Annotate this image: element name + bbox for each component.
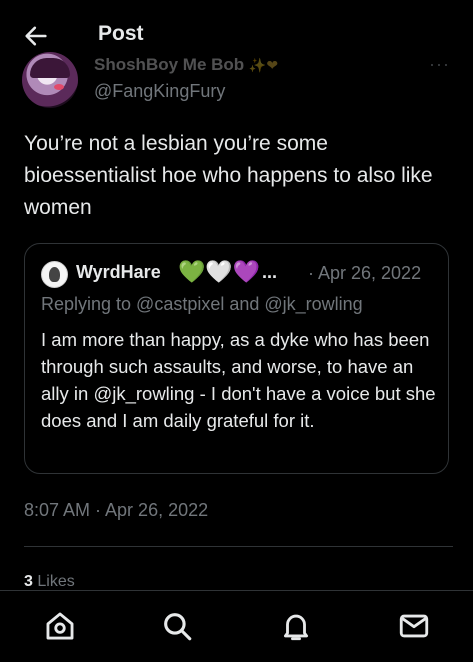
search-icon[interactable] — [160, 609, 194, 643]
quoted-post[interactable]: WyrdHare 💚🤍💜 ... · Apr 26, 2022 Replying… — [24, 243, 449, 474]
bell-icon[interactable] — [279, 609, 313, 643]
page-title: Post — [98, 22, 144, 45]
replying-to: Replying to @castpixel and @jk_rowling — [41, 294, 363, 314]
hare-silhouette-icon — [49, 267, 60, 282]
avatar-hair — [30, 58, 70, 78]
bottom-nav — [0, 590, 473, 662]
heart-emoji: 🤍 — [205, 259, 233, 284]
likes-row[interactable]: 3 Likes — [24, 573, 75, 591]
heart-emoji: 💚 — [178, 259, 206, 284]
quoted-author-name: WyrdHare — [76, 262, 161, 282]
post-author: ShoshBoy Me Bob ✨❤ @FangKingFury ··· — [22, 50, 462, 108]
more-options-icon[interactable]: ··· — [429, 54, 450, 75]
avatar[interactable] — [22, 52, 78, 108]
quoted-name-ellipsis: ... — [262, 262, 278, 282]
quoted-text: I am more than happy, as a dyke who has … — [41, 329, 436, 431]
likes-count: 3 — [24, 573, 33, 590]
name-emoji: ✨❤ — [248, 57, 279, 73]
back-arrow-icon[interactable] — [22, 22, 50, 50]
likes-label: Likes — [37, 573, 75, 590]
author-handle[interactable]: @FangKingFury — [94, 81, 225, 102]
quoted-avatar — [41, 261, 68, 288]
post-timestamp: 8:07 AM · Apr 26, 2022 — [24, 500, 209, 520]
home-icon[interactable] — [43, 609, 77, 643]
quoted-date: · Apr 26, 2022 — [308, 263, 422, 283]
author-name-text: ShoshBoy Me Bob — [94, 55, 245, 74]
avatar-cheek — [54, 84, 64, 90]
divider — [24, 546, 453, 547]
heart-emoji: 💜 — [232, 259, 261, 284]
post-text: You’re not a lesbian you’re some bioesse… — [24, 132, 433, 219]
quoted-name-emoji: 💚🤍💜 — [178, 259, 260, 285]
author-display-name[interactable]: ShoshBoy Me Bob ✨❤ — [94, 55, 278, 75]
mail-icon[interactable] — [397, 609, 431, 643]
